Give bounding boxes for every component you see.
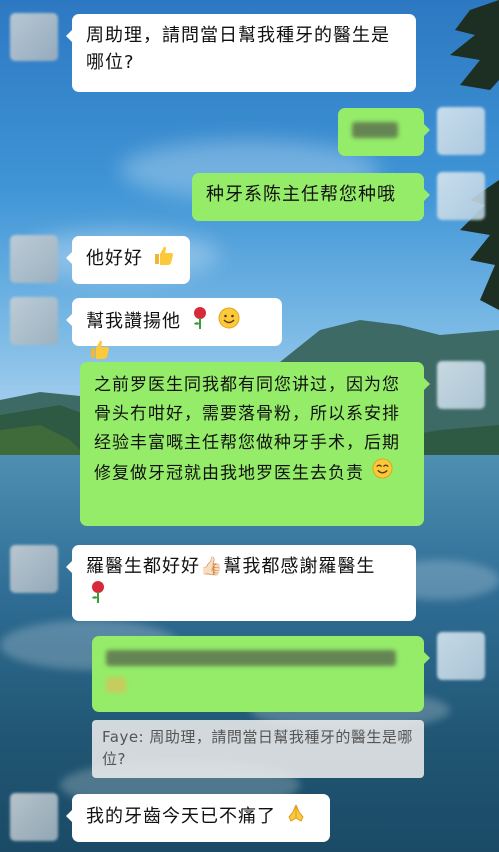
contact-avatar[interactable] bbox=[10, 545, 58, 593]
sent-message-bubble[interactable]: 之前罗医生同我都有同您讲过，因为您骨头冇咁好，需要落骨粉，所以系安排经验丰富嘅主… bbox=[80, 362, 430, 526]
received-message-bubble[interactable]: 他好好 bbox=[66, 236, 190, 284]
sent-message-bubble[interactable]: 种牙系陈主任帮您种哦 bbox=[192, 173, 430, 221]
contact-avatar[interactable] bbox=[10, 235, 58, 283]
smiling-face-icon bbox=[372, 458, 393, 489]
self-avatar[interactable] bbox=[437, 632, 485, 680]
self-avatar[interactable] bbox=[437, 361, 485, 409]
self-avatar[interactable] bbox=[437, 107, 485, 155]
smiling-face-icon bbox=[218, 307, 240, 337]
contact-avatar[interactable] bbox=[10, 13, 58, 61]
message-text: 之前罗医生同我都有同您讲过，因为您骨头冇咁好，需要落骨粉，所以系安排经验丰富嘅主… bbox=[94, 375, 400, 484]
quoted-message[interactable]: Faye: 周助理，請問當日幫我種牙的醫生是哪位? bbox=[92, 720, 424, 778]
sent-message-bubble[interactable] bbox=[92, 636, 430, 712]
received-message-bubble[interactable]: 幫我讚揚他 bbox=[66, 298, 282, 359]
message-text: 我的牙齒今天已不痛了 bbox=[86, 806, 276, 827]
redacted-text bbox=[106, 650, 396, 666]
chat-area: 周助理，請問當日幫我種牙的醫生是哪位? 种牙系陈主任帮您种哦 他好好 幫我讚揚他 bbox=[0, 0, 499, 852]
sent-message-bubble[interactable] bbox=[338, 108, 430, 156]
thumbs-up-icon bbox=[152, 244, 174, 274]
contact-avatar[interactable] bbox=[10, 297, 58, 345]
redacted-emoji bbox=[106, 677, 126, 693]
received-message-bubble[interactable]: 周助理，請問當日幫我種牙的醫生是哪位? bbox=[66, 14, 416, 92]
rose-icon bbox=[190, 306, 210, 338]
message-text: 羅醫生都好好👍🏻幫我都感謝羅醫生 bbox=[86, 556, 376, 577]
praying-hands-icon bbox=[285, 802, 307, 832]
received-message-bubble[interactable]: 羅醫生都好好👍🏻幫我都感謝羅醫生 bbox=[66, 545, 416, 621]
self-avatar[interactable] bbox=[437, 172, 485, 220]
message-text: 他好好 bbox=[86, 248, 143, 269]
message-text: 种牙系陈主任帮您种哦 bbox=[206, 184, 396, 205]
redacted-text bbox=[352, 122, 398, 138]
message-text: 周助理，請問當日幫我種牙的醫生是哪位? bbox=[86, 25, 390, 73]
message-text: 幫我讚揚他 bbox=[86, 311, 181, 332]
received-message-bubble[interactable]: 我的牙齒今天已不痛了 bbox=[66, 794, 330, 842]
quote-text: Faye: 周助理，請問當日幫我種牙的醫生是哪位? bbox=[102, 728, 413, 768]
contact-avatar[interactable] bbox=[10, 793, 58, 841]
rose-icon bbox=[88, 580, 108, 612]
